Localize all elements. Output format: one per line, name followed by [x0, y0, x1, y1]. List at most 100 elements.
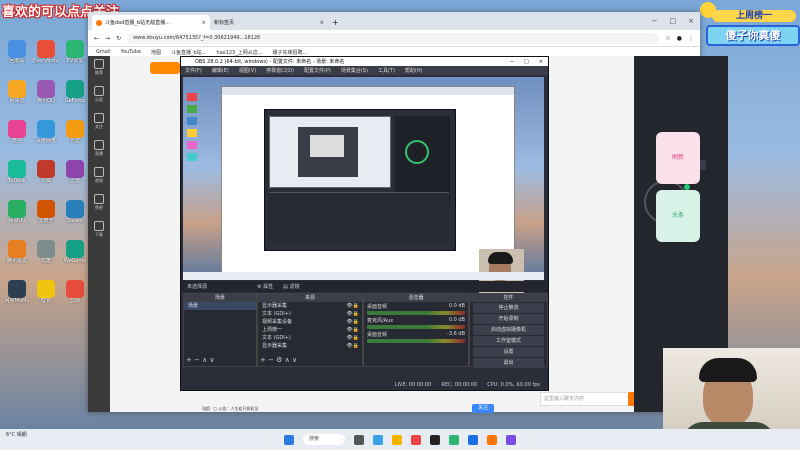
chat-input[interactable]: 这里输入聊天内容: [540, 392, 631, 406]
widget-headline[interactable]: 头条: [656, 190, 700, 242]
desktop-icon[interactable]: 回收站: [4, 40, 30, 70]
app-icon[interactable]: [506, 434, 516, 445]
desktop-icon[interactable]: 腾讯QQ: [33, 80, 59, 110]
visibility-icon[interactable]: 👁🔒: [346, 318, 362, 326]
close-icon[interactable]: ×: [320, 20, 324, 26]
qq-icon[interactable]: [468, 434, 478, 445]
visibility-icon[interactable]: 👁🔒: [346, 342, 362, 350]
desktop-icon[interactable]: 微信: [4, 120, 30, 150]
desktop-icon[interactable]: EV录屏: [62, 40, 88, 70]
chrome-icon[interactable]: [411, 434, 421, 445]
search-box[interactable]: 搜索: [303, 434, 345, 445]
source-item[interactable]: 上周榜一 👁🔒: [258, 326, 362, 334]
maximize-icon[interactable]: □: [670, 17, 677, 25]
bookmark-item[interactable]: YouTube: [121, 49, 141, 55]
source-add-icon[interactable]: + − ⚙ ∧ ∨: [260, 356, 297, 364]
desktop-icon[interactable]: 夸克: [33, 280, 59, 310]
desktop-icon[interactable]: 剪映: [62, 280, 88, 310]
control-button[interactable]: 启动虚拟摄像机: [473, 325, 544, 335]
volume-meter[interactable]: [367, 325, 465, 329]
desktop-icon[interactable]: 爱奇艺: [33, 200, 59, 230]
folder-icon[interactable]: [392, 434, 402, 445]
desktop-icon[interactable]: 腾讯会议: [4, 240, 30, 270]
close-window-icon[interactable]: ×: [539, 59, 543, 65]
control-button[interactable]: 退出: [473, 358, 544, 368]
douyu-sidebar-item[interactable]: 推荐: [88, 59, 110, 83]
desktop-icon[interactable]: 火绒: [33, 160, 59, 190]
new-tab-icon[interactable]: +: [332, 18, 339, 27]
volume-meter[interactable]: [367, 311, 465, 315]
control-button[interactable]: 停止推流: [473, 303, 544, 313]
desktop-icon[interactable]: 优酷: [33, 240, 59, 270]
douyu-icon[interactable]: [487, 434, 497, 445]
menu-icon[interactable]: ⋮: [688, 35, 694, 42]
obs-menu-item[interactable]: 工具(T): [378, 67, 395, 74]
bookmark-item[interactable]: 斗鱼直播_b站...: [171, 49, 206, 56]
minimize-icon[interactable]: −: [510, 59, 514, 65]
tab-newtab[interactable]: 新标签页 ×: [210, 15, 328, 30]
douyu-sidebar-item[interactable]: 视频: [88, 167, 110, 191]
desktop-icon[interactable]: WeGame: [62, 240, 88, 270]
source-item[interactable]: 文本 (GDI+) 👁🔒: [258, 310, 362, 318]
desktop-icon[interactable]: Everything: [33, 40, 59, 70]
source-item[interactable]: 显示器采集 👁🔒: [258, 302, 362, 310]
tab-douyu[interactable]: 斗鱼dad直播_b站无敌直播… ×: [92, 15, 210, 30]
edge-icon[interactable]: [373, 434, 383, 445]
back-icon[interactable]: ←: [94, 35, 99, 42]
desktop-icon[interactable]: ToDesk: [4, 160, 30, 190]
wechat-icon[interactable]: [449, 434, 459, 445]
douyu-sidebar-item[interactable]: 下载: [88, 221, 110, 245]
maximize-icon[interactable]: □: [524, 59, 529, 65]
douyu-sidebar-item[interactable]: 鱼吧: [88, 194, 110, 218]
control-button[interactable]: 开始录制: [473, 314, 544, 324]
scene-item[interactable]: 场景: [184, 302, 256, 310]
obs-menu-item[interactable]: 编辑(E): [212, 67, 229, 74]
scene-add-icon[interactable]: + − ∧ ∨: [186, 356, 215, 364]
volume-meter[interactable]: [367, 339, 465, 343]
desktop-icon[interactable]: 网易MuMu: [4, 280, 30, 310]
follow-button[interactable]: 关注: [472, 404, 494, 413]
control-button[interactable]: 工作室模式: [473, 336, 544, 346]
close-window-icon[interactable]: ×: [688, 17, 694, 25]
profile-icon[interactable]: ●: [677, 35, 682, 42]
bookmark-item[interactable]: Gmail: [96, 49, 111, 55]
visibility-icon[interactable]: 👁🔒: [346, 326, 362, 334]
bookmark-item[interactable]: 地图: [151, 49, 161, 56]
reload-icon[interactable]: ↻: [116, 35, 121, 42]
douyu-sidebar-item[interactable]: 直播: [88, 140, 110, 164]
start-icon[interactable]: [284, 434, 294, 445]
visibility-icon[interactable]: 👁🔒: [346, 310, 362, 318]
source-item[interactable]: 显示器采集 👁🔒: [258, 342, 362, 350]
obs-menu-item[interactable]: 视图(V): [239, 67, 256, 74]
source-item[interactable]: 文本 (GDI+) 👁🔒: [258, 334, 362, 342]
bookmark-item[interactable]: 爆子先锋招聘...: [273, 49, 308, 56]
star-icon[interactable]: ☆: [665, 35, 670, 42]
desktop-icon[interactable]: 迅雷: [62, 160, 88, 190]
desktop-icon[interactable]: 网易UU: [4, 200, 30, 230]
filters-button[interactable]: ▤ 滤镜: [283, 283, 299, 290]
obs-menu-item[interactable]: 场景集合(S): [341, 67, 368, 74]
bookmark-item[interactable]: hao123_上网从这...: [216, 49, 262, 56]
desktop-icon[interactable]: GeForce: [62, 80, 88, 110]
weather-widget[interactable]: 6°C 晴朗: [6, 432, 27, 439]
obs-icon[interactable]: [430, 434, 440, 445]
properties-button[interactable]: ⚙ 属性: [257, 283, 273, 290]
widget-refresh[interactable]: 刷新: [656, 132, 700, 184]
visibility-icon[interactable]: 👁🔒: [346, 302, 362, 310]
taskview-icon[interactable]: [354, 434, 364, 445]
minimize-icon[interactable]: −: [652, 17, 658, 25]
obs-menu-item[interactable]: 帮助(H): [405, 67, 423, 74]
source-item[interactable]: 视频采集设备 👁🔒: [258, 318, 362, 326]
desktop-icon[interactable]: 百度网盘: [33, 120, 59, 150]
obs-menu-item[interactable]: 配置文件(P): [304, 67, 331, 74]
obs-preview[interactable]: [183, 77, 544, 295]
douyu-sidebar-item[interactable]: 分类: [88, 86, 110, 110]
douyu-sidebar-item[interactable]: 关注: [88, 113, 110, 137]
control-button[interactable]: 设置: [473, 347, 544, 357]
address-bar[interactable]: www.douyu.com/6475135?_f=0.30621949...18…: [127, 32, 660, 44]
desktop-icon[interactable]: 吾爱: [62, 120, 88, 150]
forward-icon[interactable]: →: [105, 35, 110, 42]
close-icon[interactable]: ×: [202, 20, 206, 26]
visibility-icon[interactable]: 👁🔒: [346, 334, 362, 342]
desktop-icon[interactable]: Steam: [62, 200, 88, 230]
